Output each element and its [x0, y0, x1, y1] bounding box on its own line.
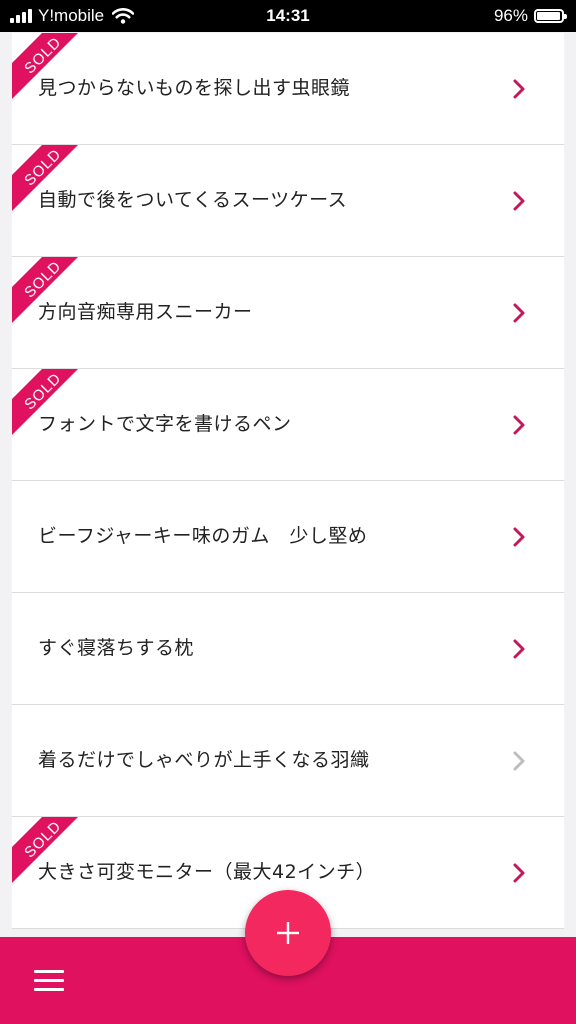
add-item-button[interactable]	[245, 890, 331, 976]
list-item[interactable]: 着るだけでしゃべりが上手くなる羽織	[12, 705, 564, 817]
list-item[interactable]: SOLD 見つからないものを探し出す虫眼鏡	[12, 33, 564, 145]
status-bar: Y!mobile 14:31 96%	[0, 0, 576, 32]
chevron-right-icon	[513, 191, 525, 211]
chevron-right-icon	[513, 751, 525, 771]
item-title: 自動で後をついてくるスーツケース	[38, 189, 348, 211]
item-title: ビーフジャーキー味のガム 少し堅め	[38, 525, 368, 547]
list-item[interactable]: SOLD フォントで文字を書けるペン	[12, 369, 564, 481]
item-title: 見つからないものを探し出す虫眼鏡	[38, 77, 351, 99]
chevron-right-icon	[513, 863, 525, 883]
chevron-right-icon	[513, 639, 525, 659]
item-title: 方向音痴専用スニーカー	[38, 301, 253, 323]
item-title: 着るだけでしゃべりが上手くなる羽織	[38, 749, 370, 771]
chevron-right-icon	[513, 79, 525, 99]
menu-icon[interactable]	[34, 970, 64, 992]
item-title: すぐ寝落ちする枕	[38, 637, 195, 659]
item-list: SOLD 見つからないものを探し出す虫眼鏡 SOLD 自動で後をついてくるスーツケース…	[12, 33, 564, 929]
list-item[interactable]: SOLD 方向音痴専用スニーカー	[12, 257, 564, 369]
list-item[interactable]: すぐ寝落ちする枕	[12, 593, 564, 705]
plus-icon	[277, 922, 299, 944]
list-item[interactable]: SOLD 自動で後をついてくるスーツケース	[12, 145, 564, 257]
clock: 14:31	[266, 6, 310, 25]
list-item[interactable]: ビーフジャーキー味のガム 少し堅め	[12, 481, 564, 593]
battery-icon	[534, 9, 567, 23]
chevron-right-icon	[513, 415, 525, 435]
status-right: 96%	[493, 0, 567, 32]
item-title: フォントで文字を書けるペン	[38, 413, 292, 435]
chevron-right-icon	[513, 527, 525, 547]
chevron-right-icon	[513, 303, 525, 323]
battery-percentage: 96%	[493, 6, 528, 25]
